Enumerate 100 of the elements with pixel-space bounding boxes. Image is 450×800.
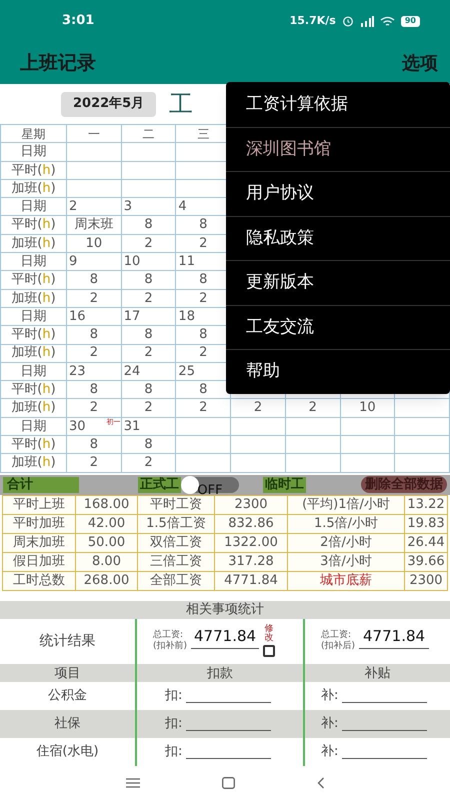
- column-header: 扣款: [207, 664, 233, 683]
- hours-cell[interactable]: 2: [122, 290, 176, 308]
- weekday-header: 二: [122, 125, 176, 144]
- row-label: 平时(h): [0, 436, 67, 454]
- hours-cell[interactable]: 8: [122, 271, 176, 290]
- menu-item[interactable]: 隐私政策: [226, 216, 450, 260]
- empty-cell[interactable]: [67, 162, 122, 180]
- summary-label: 1.5倍工资: [138, 514, 215, 534]
- hours-cell[interactable]: 8: [122, 326, 176, 345]
- empty-cell[interactable]: [286, 418, 341, 436]
- hours-cell[interactable]: 10: [67, 234, 122, 254]
- hours-cell[interactable]: 8: [67, 326, 122, 345]
- summary-value: 26.44: [405, 534, 448, 553]
- summary-value: 1322.00: [215, 534, 288, 553]
- row-label: 日期: [0, 418, 67, 436]
- summary-value: 168.00: [76, 496, 138, 515]
- hours-cell[interactable]: 8: [122, 436, 176, 454]
- date-cell[interactable]: 17: [122, 308, 176, 326]
- date-text: 17: [122, 308, 140, 326]
- hours-cell[interactable]: 2: [67, 290, 122, 308]
- empty-cell[interactable]: [122, 180, 176, 198]
- hours-cell[interactable]: 2: [122, 344, 176, 363]
- empty-cell[interactable]: [176, 436, 232, 454]
- hours-cell[interactable]: 2: [176, 399, 232, 418]
- empty-cell[interactable]: [176, 418, 232, 436]
- stats-title: 相关事项统计: [186, 600, 264, 619]
- hours-cell[interactable]: 周末班: [67, 216, 122, 235]
- hours-cell[interactable]: 2: [67, 344, 122, 363]
- empty-cell[interactable]: [286, 454, 341, 473]
- date-cell[interactable]: 10: [122, 253, 176, 272]
- date-cell[interactable]: 31: [122, 418, 176, 436]
- after-note: (扣补后): [321, 641, 356, 652]
- empty-cell[interactable]: [340, 454, 396, 473]
- hours-cell[interactable]: 8: [67, 381, 122, 400]
- summary-value: 42.00: [76, 514, 138, 534]
- empty-cell[interactable]: [286, 436, 341, 454]
- total-wage-field[interactable]: 4771.84: [191, 625, 260, 649]
- date-text: 9: [68, 252, 78, 271]
- empty-cell[interactable]: [340, 418, 396, 436]
- date-cell[interactable]: 2: [67, 198, 122, 216]
- date-cell[interactable]: 3: [122, 198, 176, 216]
- hours-cell[interactable]: 2: [122, 399, 176, 418]
- menu-item[interactable]: 用户协议: [226, 171, 450, 216]
- hours-cell[interactable]: 2: [67, 454, 122, 473]
- empty-cell[interactable]: [395, 454, 450, 473]
- item-name: 住宿(水电): [36, 742, 99, 761]
- regular-worker-label: 正式工: [138, 476, 181, 493]
- empty-cell[interactable]: [122, 162, 176, 180]
- menu-item[interactable]: 更新版本: [226, 260, 450, 304]
- summary-label: 平时上班: [3, 496, 76, 515]
- empty-cell[interactable]: [231, 418, 286, 436]
- network-speed: 15.7K/s: [290, 12, 336, 29]
- date-cell[interactable]: 9: [67, 253, 122, 272]
- date-cell[interactable]: 23: [67, 362, 122, 382]
- date-text: 2: [68, 198, 78, 216]
- before-note: (扣补前): [153, 641, 188, 652]
- summary-value: 13.22: [405, 496, 448, 515]
- date-cell[interactable]: 16: [67, 308, 122, 326]
- month-button[interactable]: 2022年5月: [61, 92, 156, 116]
- menu-item[interactable]: 工友交流: [226, 304, 450, 349]
- hours-cell[interactable]: 10: [340, 399, 396, 418]
- hours-cell[interactable]: 8: [67, 436, 122, 454]
- hours-cell[interactable]: 2: [67, 399, 122, 418]
- empty-cell[interactable]: [231, 436, 286, 454]
- summary-label: 1.5倍/小时: [288, 514, 405, 534]
- home-icon[interactable]: [222, 776, 234, 789]
- row-label: 日期: [0, 308, 67, 326]
- summary-label: 双倍工资: [138, 534, 215, 553]
- menu-item[interactable]: 工资计算依据: [226, 82, 450, 126]
- subsidy-label: 补:: [321, 686, 338, 705]
- hours-cell[interactable]: 2: [231, 399, 286, 418]
- menu-item[interactable]: 帮助: [226, 349, 450, 394]
- empty-cell[interactable]: [67, 180, 122, 198]
- empty-cell[interactable]: [176, 454, 232, 473]
- date-cell[interactable]: 24: [122, 362, 176, 382]
- hours-cell[interactable]: 2: [286, 399, 341, 418]
- empty-cell[interactable]: [231, 454, 286, 473]
- hours-cell[interactable]: 8: [122, 381, 176, 400]
- summary-value: 39.66: [405, 552, 448, 572]
- hours-cell[interactable]: 2: [122, 234, 176, 254]
- options-menu-button[interactable]: 选项: [402, 50, 438, 76]
- back-icon[interactable]: [316, 776, 324, 789]
- worker-type-switch[interactable]: OFF: [181, 476, 239, 493]
- hours-cell[interactable]: 8: [67, 271, 122, 290]
- row-label: 加班(h): [0, 344, 67, 363]
- menu-icon[interactable]: [126, 778, 140, 788]
- empty-cell[interactable]: [395, 418, 450, 436]
- empty-cell[interactable]: [395, 436, 450, 454]
- weekday-header: 一: [67, 125, 122, 144]
- item-name: 公积金: [48, 686, 87, 705]
- total-wage-field[interactable]: 4771.84: [359, 625, 430, 649]
- total-wage-label: 总工资:: [153, 630, 184, 640]
- empty-cell[interactable]: [340, 436, 396, 454]
- empty-cell[interactable]: [395, 399, 450, 418]
- empty-cell[interactable]: [67, 143, 122, 162]
- hours-cell[interactable]: 2: [122, 454, 176, 473]
- empty-cell[interactable]: [122, 143, 176, 162]
- row-label: 平时(h): [0, 381, 67, 400]
- edit-checkbox[interactable]: [263, 645, 276, 658]
- hours-cell[interactable]: 8: [122, 216, 176, 235]
